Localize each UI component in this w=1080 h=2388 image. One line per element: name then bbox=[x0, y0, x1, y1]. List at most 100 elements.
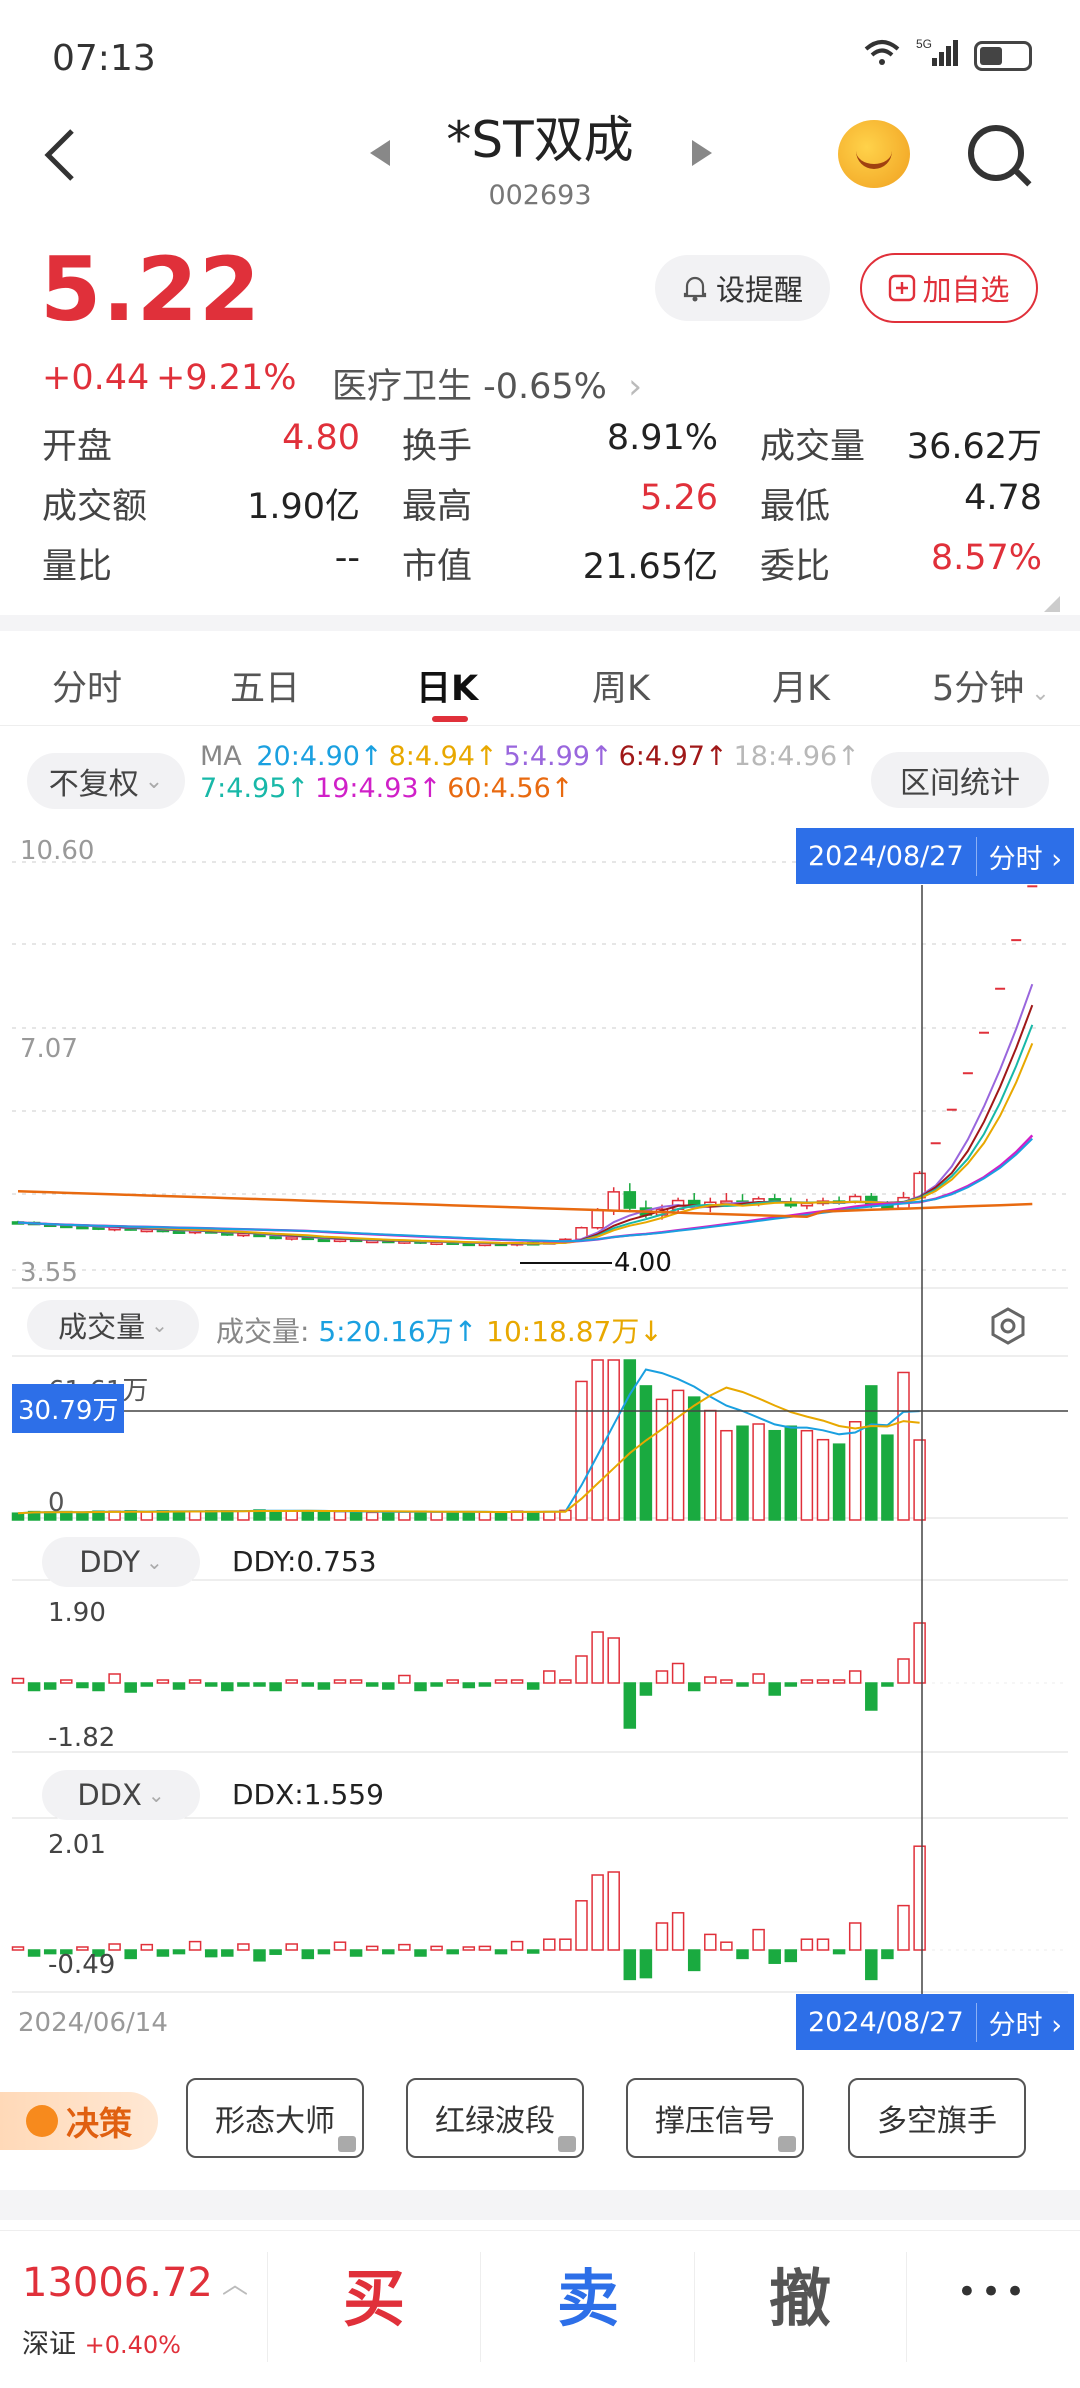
tab-1[interactable]: 五日 bbox=[230, 660, 300, 711]
stat-value: 4.78 bbox=[964, 478, 1042, 518]
decision-badge[interactable]: 决策 bbox=[0, 2092, 158, 2150]
tab-3[interactable]: 周K bbox=[592, 660, 650, 711]
period-tabs bbox=[0, 631, 1080, 726]
ddy-bar bbox=[526, 1682, 540, 1690]
divider bbox=[480, 2252, 481, 2362]
ddy-bar bbox=[510, 1679, 524, 1684]
stat-item: 成交量 36.62万 bbox=[42, 418, 1042, 474]
ddx-bar bbox=[365, 1945, 379, 1951]
volume-bar bbox=[301, 1510, 315, 1521]
more-button[interactable]: ••• bbox=[906, 2272, 1080, 2312]
ddx-bar bbox=[124, 1949, 137, 1960]
ddx-bar bbox=[349, 1949, 363, 1957]
stat-label: 最低 bbox=[760, 487, 831, 527]
ddx-bar bbox=[607, 1871, 620, 1951]
stat-value: 36.62万 bbox=[906, 427, 1042, 467]
ddy-bar bbox=[575, 1655, 588, 1684]
next-stock-button[interactable] bbox=[690, 138, 714, 175]
ddy-selector[interactable]: DDY ⌄ bbox=[42, 1537, 200, 1587]
volume-bar bbox=[720, 1429, 733, 1521]
ddx-bar bbox=[140, 1943, 154, 1951]
ddy-bar bbox=[398, 1674, 411, 1684]
chevron-up-icon[interactable]: ︿ bbox=[222, 2264, 248, 2301]
ddx-bar bbox=[526, 1949, 540, 1954]
tool-button-2[interactable]: 撑压信号 bbox=[626, 2078, 804, 2158]
ddy-bar bbox=[92, 1682, 105, 1692]
ddy-bar bbox=[188, 1679, 202, 1684]
tab-2[interactable]: 日K bbox=[416, 660, 478, 711]
ddx-bar bbox=[172, 1949, 186, 1955]
ddy-bar bbox=[736, 1682, 749, 1687]
ddx-bar bbox=[559, 1938, 572, 1951]
ddy-bar bbox=[623, 1682, 637, 1729]
mascot-icon[interactable] bbox=[838, 120, 910, 188]
volume-bar bbox=[704, 1409, 717, 1521]
range-stats-button[interactable]: 区间统计 bbox=[871, 752, 1049, 808]
intraday-link[interactable]: 分时 › bbox=[975, 2002, 1074, 2042]
tab-4[interactable]: 月K bbox=[772, 660, 830, 711]
ddx-bar bbox=[398, 1943, 411, 1951]
add-watchlist-button[interactable]: 加自选 bbox=[860, 253, 1038, 323]
signal-icon: 5G bbox=[916, 36, 960, 76]
ma-item: 60:4.56↑ bbox=[447, 773, 574, 804]
price-change: +0.44 bbox=[42, 358, 150, 398]
ddx-bar bbox=[269, 1949, 282, 1955]
ddx-bar bbox=[494, 1949, 508, 1955]
ddx-bar bbox=[156, 1949, 170, 1957]
set-alert-button[interactable]: 设提醒 bbox=[655, 255, 830, 321]
ddy-bar bbox=[124, 1682, 137, 1693]
tool-button-3[interactable]: 多空旗手 bbox=[848, 2078, 1026, 2158]
candle-body bbox=[269, 1235, 282, 1240]
lock-icon bbox=[778, 2136, 796, 2152]
tool-button-0[interactable]: 形态大师 bbox=[186, 2078, 364, 2158]
ddx-selector[interactable]: DDX ⌄ bbox=[42, 1770, 200, 1820]
adjust-selector[interactable]: 不复权 ⌄ bbox=[27, 753, 185, 809]
cursor-date-bottom[interactable]: 2024/08/27 分时 › bbox=[796, 1994, 1075, 2050]
volume-bar bbox=[430, 1511, 443, 1521]
kline-chart[interactable] bbox=[0, 820, 1080, 2050]
ddx-bar bbox=[720, 1941, 733, 1951]
ddy-bar bbox=[156, 1679, 170, 1684]
ddy-bar bbox=[414, 1682, 427, 1692]
sector-link[interactable]: 医疗卫生 -0.65% › bbox=[332, 358, 642, 409]
search-icon[interactable] bbox=[968, 125, 1024, 181]
expand-corner-icon[interactable] bbox=[1044, 596, 1060, 612]
ddx-bar bbox=[913, 1845, 926, 1951]
system-icons: 5G bbox=[862, 36, 1032, 76]
ddy-bar bbox=[704, 1676, 717, 1684]
decision-icon bbox=[26, 2105, 58, 2137]
ma19-line bbox=[17, 1134, 1034, 1243]
cancel-order-button[interactable]: 撤 bbox=[694, 2248, 906, 2338]
volume-selector[interactable]: 成交量 ⌄ bbox=[27, 1300, 199, 1350]
tool-label: 形态大师 bbox=[215, 2104, 335, 2139]
ddx-bar bbox=[800, 1938, 814, 1951]
ddy-axis-bottom: -1.82 bbox=[48, 1723, 116, 1753]
buy-button[interactable]: 买 bbox=[268, 2248, 480, 2338]
tool-button-1[interactable]: 红绿波段 bbox=[406, 2078, 584, 2158]
tab-5[interactable]: 5分钟 ⌄ bbox=[932, 660, 1050, 711]
index-value[interactable]: 13006.72 bbox=[22, 2260, 213, 2306]
settings-icon[interactable] bbox=[988, 1306, 1028, 1350]
ddx-selector-label: DDX bbox=[77, 1778, 142, 1812]
volume-bar bbox=[913, 1439, 926, 1521]
volume-bar bbox=[687, 1396, 701, 1521]
ddx-bar bbox=[881, 1949, 894, 1960]
ddx-bar bbox=[237, 1943, 250, 1951]
ddx-bar bbox=[317, 1949, 331, 1955]
cursor-date-top[interactable]: 2024/08/27 分时 › bbox=[796, 828, 1075, 884]
ddx-bar bbox=[382, 1949, 395, 1955]
ddy-bar bbox=[494, 1679, 508, 1684]
ddy-bar bbox=[237, 1682, 250, 1687]
candle-body bbox=[172, 1230, 186, 1234]
divider bbox=[0, 615, 1080, 631]
ddy-bar bbox=[832, 1679, 846, 1684]
sell-button[interactable]: 卖 bbox=[482, 2248, 694, 2338]
lock-icon bbox=[338, 2136, 356, 2152]
ddx-bar bbox=[736, 1949, 749, 1960]
stat-value: 8.57% bbox=[930, 538, 1042, 578]
volume-bar bbox=[543, 1510, 556, 1521]
intraday-link[interactable]: 分时 › bbox=[975, 836, 1074, 876]
volume-selector-label: 成交量 bbox=[58, 1310, 146, 1344]
tab-0[interactable]: 分时 bbox=[52, 660, 122, 711]
ddx-bar bbox=[832, 1949, 846, 1955]
